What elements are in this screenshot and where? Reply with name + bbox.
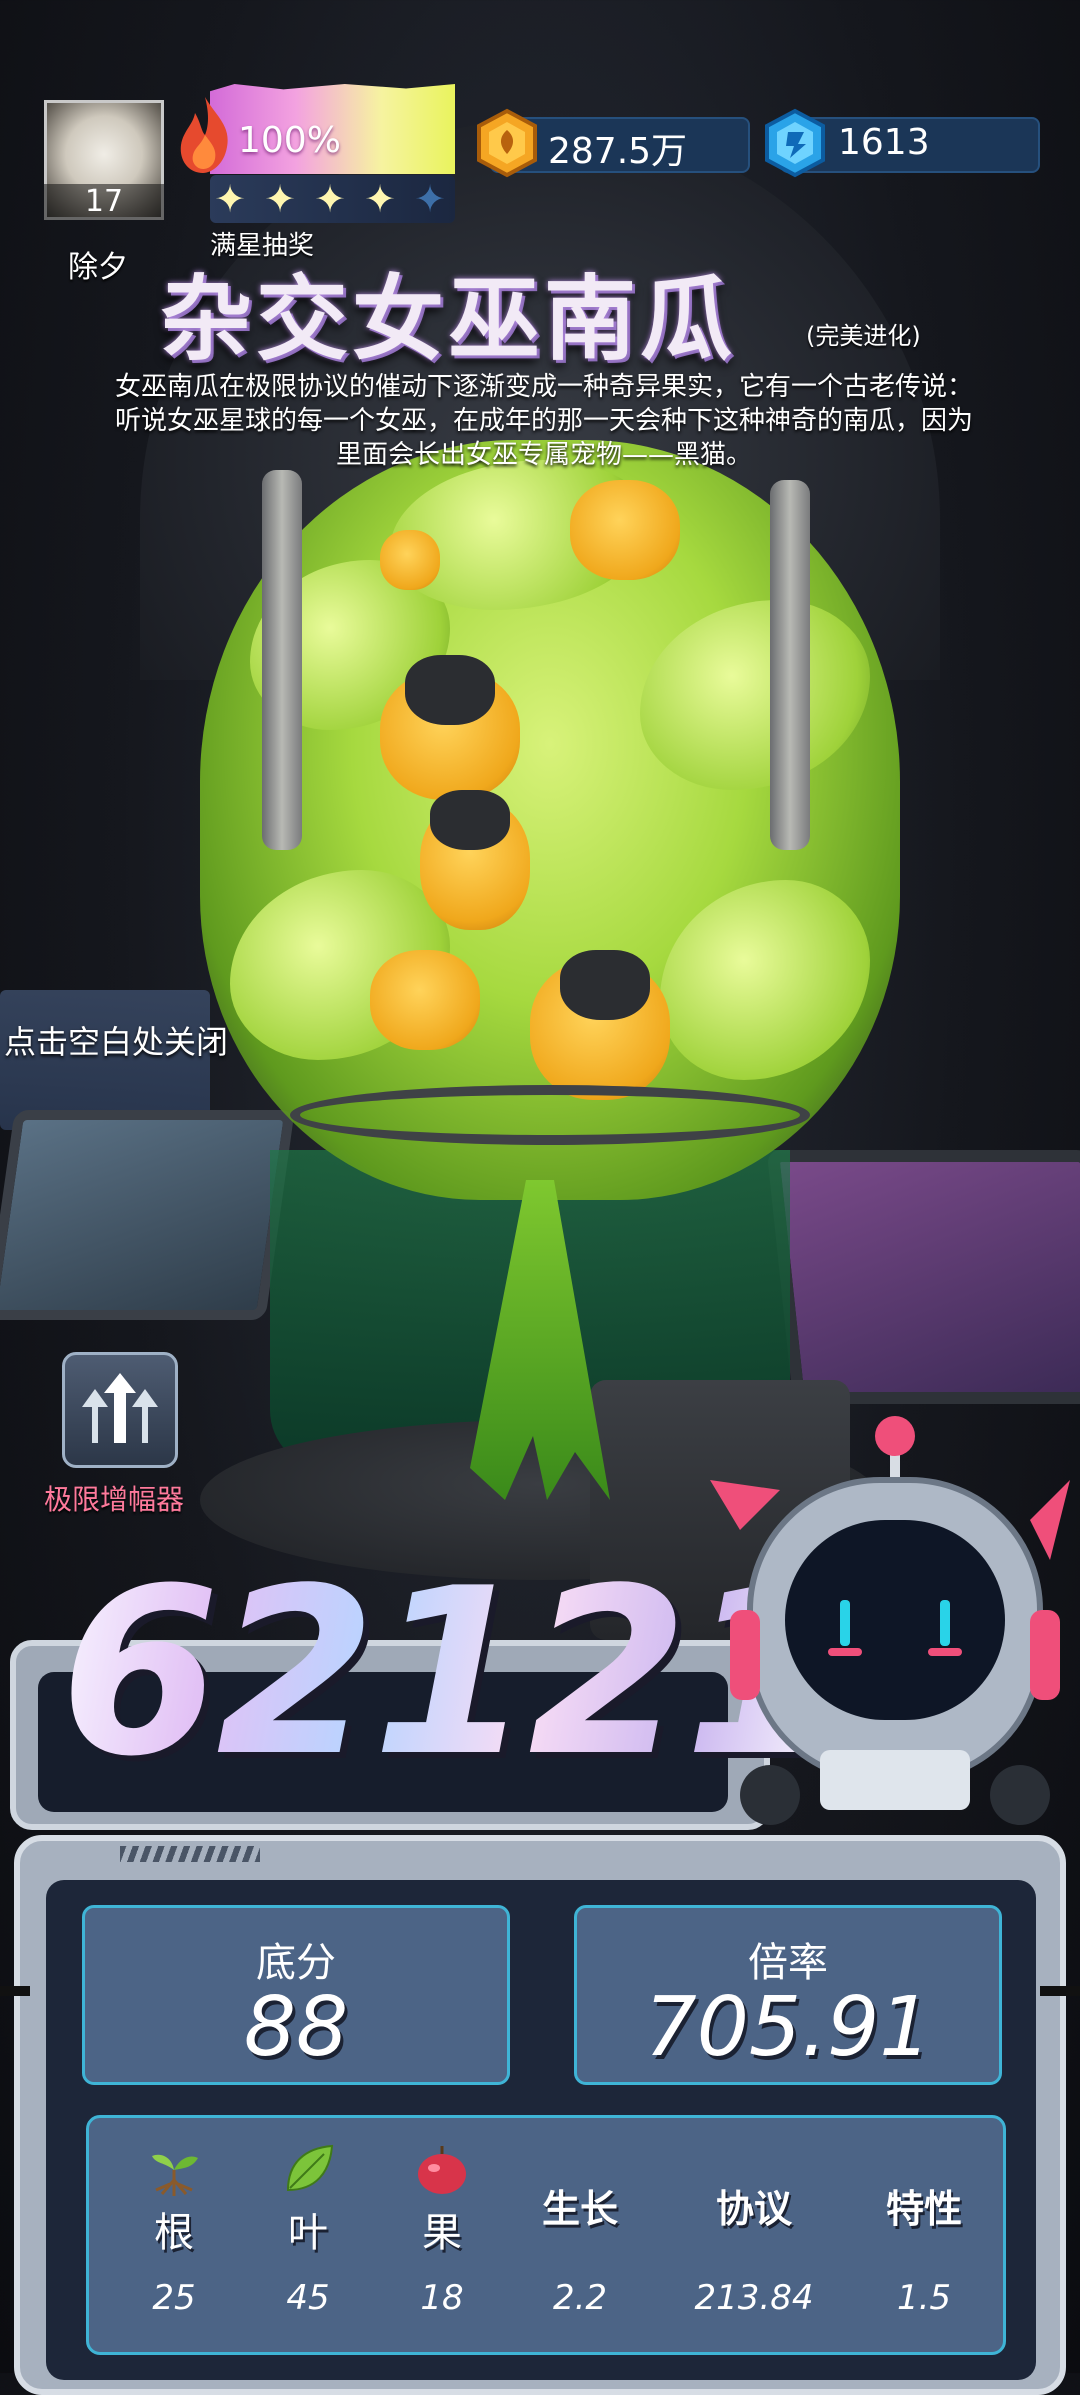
robot-mascot	[710, 1416, 1070, 1825]
attribute-name: 叶	[288, 2210, 328, 2256]
attribute-leaf: 叶 45	[243, 2118, 373, 2358]
attribute-name: 果	[422, 2210, 462, 2256]
witch-pumpkin	[570, 480, 680, 580]
witch-pumpkin-small	[380, 530, 440, 590]
attribute-root: 根 25	[109, 2118, 239, 2358]
attribute-value: 2.2	[552, 2278, 608, 2318]
evolution-tag: (完美进化)	[806, 322, 921, 350]
panel-stripe-decoration	[120, 1846, 260, 1862]
sprout-icon	[152, 2154, 198, 2196]
coin-icon	[477, 108, 537, 178]
black-cat	[430, 790, 510, 850]
player-level: 17	[44, 184, 164, 220]
attribute-value: 45	[286, 2278, 330, 2318]
attribute-value: 213.84	[694, 2278, 814, 2318]
attribute-panel: 根 25 叶 45 果 18 生长 2.2 协议 213.84 特性 1.5	[86, 2115, 1006, 2355]
left-monitor	[0, 1110, 295, 1320]
flame-icon	[180, 97, 228, 173]
leaf-icon	[286, 2144, 334, 2192]
black-cat	[560, 950, 650, 1020]
attribute-value: 1.5	[896, 2278, 952, 2318]
attribute-name: 生长	[541, 2187, 618, 2231]
support-ring	[290, 1085, 810, 1145]
attribute-name: 特性	[885, 2187, 962, 2231]
star-icon: ✦	[264, 177, 296, 221]
star-empty-icon: ✦	[414, 177, 446, 221]
player-name: 除夕	[68, 250, 128, 285]
gem-value: 1613	[838, 122, 930, 163]
attribute-protocol: 协议 213.84	[689, 2118, 819, 2358]
close-hint[interactable]: 点击空白处关闭	[4, 1017, 228, 1063]
right-monitor	[766, 1150, 1080, 1404]
attribute-value: 18	[420, 2278, 464, 2318]
attribute-fruit: 果 18	[377, 2118, 507, 2358]
attribute-trait: 特性 1.5	[859, 2118, 989, 2358]
witch-pumpkin	[370, 950, 480, 1050]
star-icon: ✦	[214, 177, 246, 221]
base-score-value: 88	[243, 1980, 349, 2075]
coin-value: 287.5万	[548, 131, 688, 172]
plant-description: 女巫南瓜在极限协议的催动下逐渐变成一种奇异果实，它有一个古老传说：听说女巫星球的…	[114, 372, 973, 470]
star-icon: ✦	[314, 177, 346, 221]
tank-pillar-left	[262, 470, 302, 850]
panel-side-bar	[1040, 1986, 1080, 1996]
black-cat	[405, 655, 495, 725]
tank-pillar-right	[770, 480, 810, 850]
multiplier-value: 705.91	[644, 1980, 932, 2075]
multiplier-box: 倍率 705.91	[574, 1905, 1002, 2085]
attribute-growth: 生长 2.2	[515, 2118, 645, 2358]
star-icon: ✦	[364, 177, 396, 221]
triple-arrow-up-icon	[82, 1373, 158, 1443]
apple-icon	[418, 2146, 466, 2194]
attribute-name: 协议	[715, 2187, 792, 2231]
attribute-name: 根	[154, 2210, 194, 2256]
base-score-box: 底分 88	[82, 1905, 510, 2085]
attribute-value: 25	[152, 2278, 196, 2318]
gem-icon	[765, 108, 825, 178]
amplifier-button[interactable]	[62, 1352, 178, 1468]
panel-side-bar	[0, 1986, 30, 1996]
star-rating[interactable]: ✦ ✦ ✦ ✦ ✦	[210, 175, 455, 223]
plant-title: 杂交女巫南瓜	[160, 266, 737, 373]
amplifier-label: 极限增幅器	[44, 1483, 185, 1516]
energy-percent: 100%	[238, 120, 341, 161]
